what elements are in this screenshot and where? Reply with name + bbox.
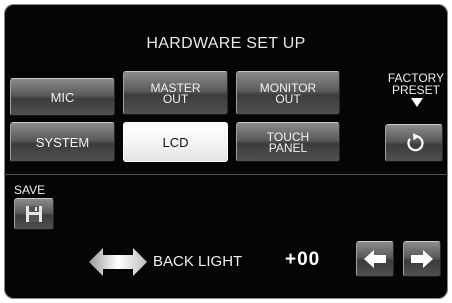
save-button[interactable]: [14, 198, 54, 230]
tab-system[interactable]: SYSTEM: [10, 122, 115, 162]
factory-preset-label: FACTORY PRESET: [387, 71, 445, 97]
tab-touch-panel[interactable]: TOUCH PANEL: [236, 122, 340, 162]
tab-mic[interactable]: MIC: [10, 78, 115, 116]
backlight-value: +00: [285, 249, 321, 270]
divider: [4, 174, 448, 175]
save-label: SAVE: [14, 183, 46, 197]
page-title: HARDWARE SET UP: [146, 35, 306, 52]
reset-icon: [403, 132, 425, 154]
tab-monitor-out[interactable]: MONITOR OUT: [236, 71, 340, 115]
down-arrow-icon: [411, 98, 423, 107]
backlight-decrease-button[interactable]: [356, 241, 394, 277]
hardware-setup-screen: HARDWARE SET UP MIC MASTER OUT MONITOR O…: [4, 4, 448, 299]
right-arrow-icon: [411, 250, 433, 268]
left-arrow-icon: [364, 250, 386, 268]
horizontal-double-arrow-icon: [89, 247, 147, 277]
floppy-disk-icon: [25, 205, 43, 223]
backlight-label: BACK LIGHT: [153, 253, 243, 270]
factory-preset-button[interactable]: [385, 124, 443, 162]
backlight-increase-button[interactable]: [403, 241, 441, 277]
tab-master-out[interactable]: MASTER OUT: [123, 71, 228, 115]
tab-lcd[interactable]: LCD: [123, 122, 228, 162]
